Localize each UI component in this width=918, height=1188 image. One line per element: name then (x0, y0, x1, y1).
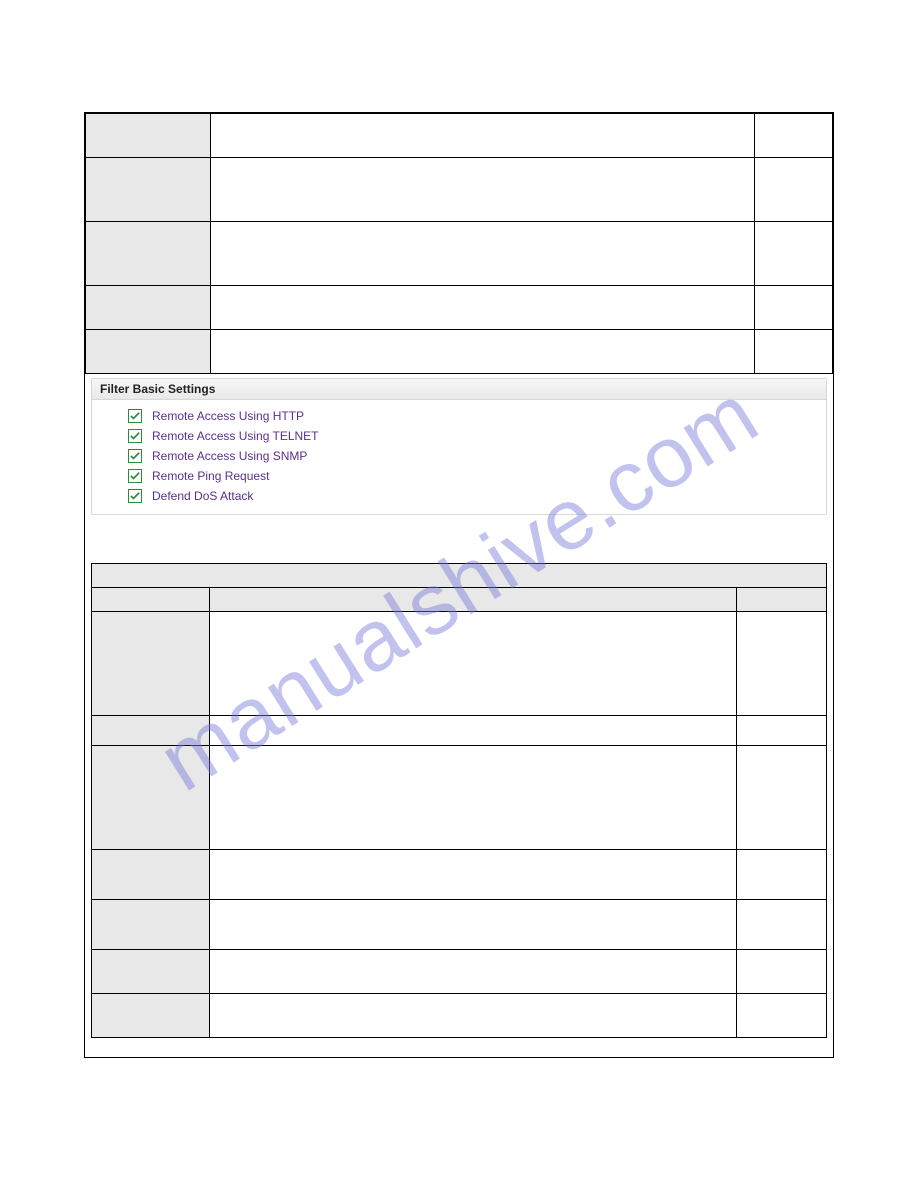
filter-option-row: Defend DoS Attack (92, 486, 826, 506)
filter-option-label: Remote Access Using TELNET (152, 429, 319, 443)
checkbox-icon[interactable] (128, 449, 142, 463)
filter-option-row: Remote Access Using SNMP (92, 446, 826, 466)
filter-panel-title: Filter Basic Settings (92, 379, 826, 400)
checkbox-icon[interactable] (128, 469, 142, 483)
filter-basic-settings-panel: Filter Basic Settings Remote Access Usin… (91, 378, 827, 515)
lower-table-header-row (92, 564, 827, 588)
lower-table-subheader-row (92, 588, 827, 612)
table-row (86, 158, 833, 222)
filter-panel-body: Remote Access Using HTTP Remote Access Us… (92, 400, 826, 514)
table-row (86, 114, 833, 158)
table-row (86, 286, 833, 330)
filter-option-label: Remote Access Using HTTP (152, 409, 304, 423)
upper-table (85, 113, 833, 374)
table-row (86, 330, 833, 374)
filter-option-row: Remote Access Using TELNET (92, 426, 826, 446)
table-row (92, 716, 827, 746)
table-row (92, 746, 827, 850)
table-row (92, 950, 827, 994)
filter-option-label: Defend DoS Attack (152, 489, 253, 503)
table-row (92, 850, 827, 900)
table-row (92, 994, 827, 1038)
filter-option-row: Remote Access Using HTTP (92, 406, 826, 426)
checkbox-icon[interactable] (128, 429, 142, 443)
lower-table (91, 563, 827, 1038)
table-row (92, 900, 827, 950)
spacer (85, 515, 833, 563)
filter-option-label: Remote Access Using SNMP (152, 449, 307, 463)
checkbox-icon[interactable] (128, 489, 142, 503)
checkbox-icon[interactable] (128, 409, 142, 423)
table-row (86, 222, 833, 286)
page-frame: Filter Basic Settings Remote Access Usin… (84, 112, 834, 1058)
table-row (92, 612, 827, 716)
filter-option-label: Remote Ping Request (152, 469, 269, 483)
filter-option-row: Remote Ping Request (92, 466, 826, 486)
